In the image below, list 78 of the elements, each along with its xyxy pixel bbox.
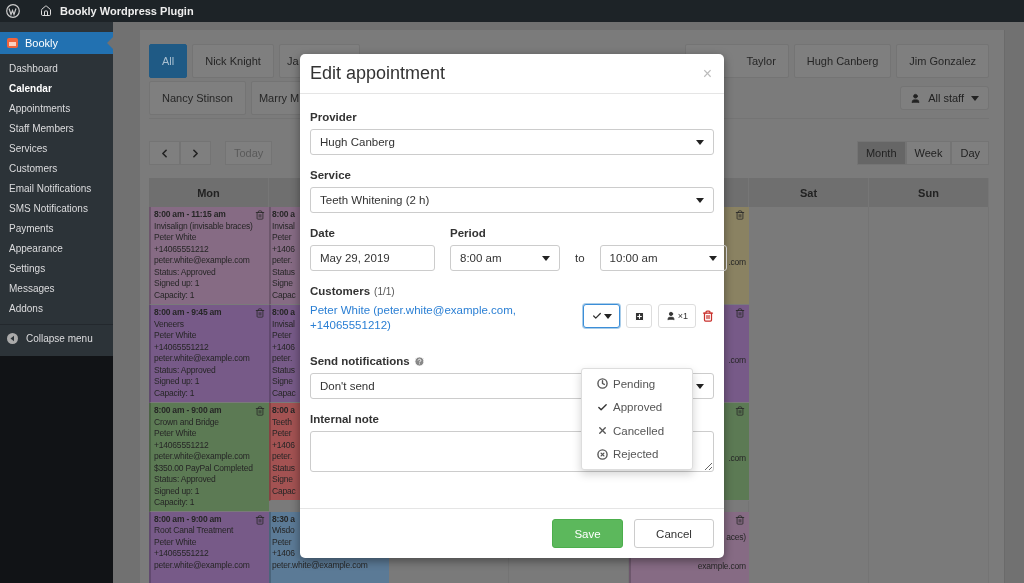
event-detail: Capacity: 1 [154,387,195,399]
event-detail: Signed up: 1 [154,278,200,290]
event-time: 8:00 a [272,307,295,319]
dialog-title: Edit appointment [310,63,446,84]
event-detail: Capac [272,387,296,399]
event-detail: Status: Approved [154,266,216,278]
field-label: Provider [310,111,357,123]
event-detail: Signe [272,278,293,290]
event-detail: peter. [272,353,293,365]
event-detail: Status [272,462,295,474]
event-time: 8:00 am - 9:00 am [154,513,222,525]
event-detail: Status: Approved [154,364,216,376]
field-label: Send notifications [310,355,410,367]
day-header: Sun [869,178,989,207]
event-detail: Invisal [272,220,295,232]
field-label: Internal note [310,413,379,425]
event-detail: peter.white@example.com [154,255,250,267]
event-detail: Peter White [154,428,197,440]
event-detail: peter. [272,451,293,463]
event-time: 8:00 a [272,405,295,417]
event-detail: peter. [272,255,293,267]
customer-count: (1/1) [374,285,395,297]
event-detail: Peter [272,232,292,244]
event-detail: Peter [272,428,292,440]
event-detail: Root Canal Treatment [154,525,234,537]
event-detail: example.com [697,561,746,573]
event-detail: Teeth [272,416,292,428]
event-time: 8:30 a [272,513,295,525]
event-detail: +14065551212 [154,243,209,255]
event-detail: Peter White [154,232,197,244]
event-detail: Signe [272,474,293,486]
event-detail: +1406 [272,243,295,255]
event-detail: Crown and Bridge [154,416,219,428]
event-detail: Status [272,364,295,376]
event-detail: Status: Approved [154,474,216,486]
event-detail: .com [728,257,746,269]
period-separator: to [575,252,585,264]
day-header: Mon [149,178,269,207]
day-header: Sat [749,178,869,207]
field-label: Service [310,169,351,181]
event-detail: Signed up: 1 [154,376,200,388]
event-detail: Peter [272,536,292,548]
event-detail: Status [272,266,295,278]
event-time: 8:00 am - 11:15 am [154,209,226,221]
event-detail: +14065551212 [154,548,209,560]
event-detail: Signed up: 1 [154,485,200,497]
event-detail: Peter [272,330,292,342]
event-detail: aces) [726,531,746,543]
event-detail: Capacity: 1 [154,289,195,301]
event-detail: +14065551212 [154,439,209,451]
event-detail: +1406 [272,548,295,560]
event-detail: Peter White [154,536,197,548]
event-detail: +1406 [272,341,295,353]
field-label: Customers [310,285,371,297]
event-detail: Capac [272,485,296,497]
event-detail: .com [728,355,746,367]
event-detail: Capac [272,289,296,301]
event-time: 8:00 am - 9:00 am [154,405,222,417]
event-time: 8:00 am - 9:45 am [154,307,222,319]
event-detail: Invisal [272,318,295,330]
event-detail: peter.white@example.com [154,353,250,365]
event-detail: Veneers [154,318,184,330]
event-detail: .com [728,453,746,465]
event-detail: peter.white@example.com [154,451,250,463]
event-detail: Wisdo [272,525,295,537]
event-detail: Signe [272,376,293,388]
sidebar-header-label: Bookly [25,37,59,49]
event-time: 8:00 a [272,209,295,221]
event-detail: +14065551212 [154,341,209,353]
event-detail: peter.white@example.com [272,559,368,571]
event-detail: peter.white@example.com [154,559,250,571]
field-label: Period [450,227,486,239]
event-detail: $350.00 PayPal Completed [154,462,253,474]
event-detail: Invisalign (invisable braces) [154,220,253,232]
event-detail: +1406 [272,439,295,451]
event-detail: Capacity: 1 [154,497,195,509]
field-label: Date [310,227,335,239]
event-detail: Peter White [154,330,197,342]
